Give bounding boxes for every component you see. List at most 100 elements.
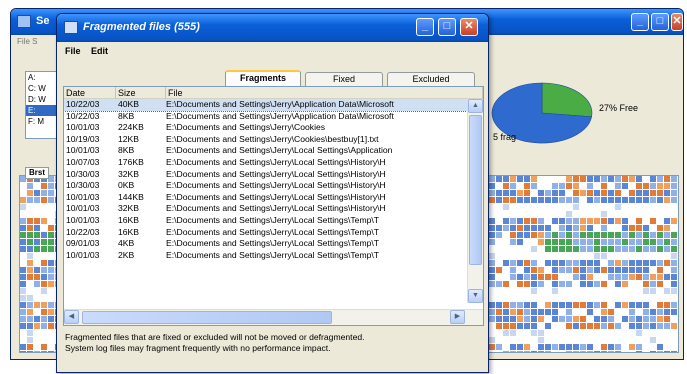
cluster-block [629,183,635,189]
scroll-right-icon[interactable]: ▶ [450,310,465,324]
cluster-block [678,344,679,350]
cluster-block [580,295,586,301]
table-row[interactable]: 10/01/03 2KB E:\Documents and Settings\Jer… [64,250,469,262]
cluster-block [664,302,670,308]
table-row[interactable]: 10/01/03 224KB E:\Documents and Settings\J… [64,122,469,134]
cluster-block [601,225,607,231]
cluster-block [615,267,621,273]
table-row[interactable]: 10/01/03 144KB E:\Documents and Settings\J… [64,192,469,204]
cluster-block [559,246,565,252]
cluster-block [20,211,26,217]
dialog-menu-bar: File Edit [57,42,488,60]
tab-fragments[interactable]: Fragments [225,70,301,87]
cluster-block [496,281,502,287]
vertical-scrollbar[interactable]: ▲ ▼ [467,99,483,303]
table-row[interactable]: 10/07/03 176KB E:\Documents and Settings\J… [64,157,469,169]
cluster-block [41,190,47,196]
cluster-block [559,323,565,329]
tab-fixed[interactable]: Fixed [305,72,383,86]
dialog-minimize-button[interactable]: _ [416,18,434,36]
cluster-block [27,253,33,259]
cluster-block [503,295,509,301]
cluster-block [524,218,530,224]
dialog-maximize-button[interactable]: □ [438,18,456,36]
cluster-block [629,344,635,350]
table-row[interactable]: 10/22/03 16KB E:\Documents and Settings\Je… [64,227,469,239]
cluster-block [678,337,679,343]
cluster-block [538,176,544,182]
cluster-block [524,183,530,189]
tab-excluded[interactable]: Excluded [387,72,475,86]
cluster-block [531,316,537,322]
cluster-block [594,211,600,217]
maximize-button[interactable]: □ [651,13,669,31]
cluster-block [489,337,495,343]
column-header-size[interactable]: Size [116,87,166,99]
cluster-block [629,288,635,294]
cluster-block [678,260,679,266]
column-header-file[interactable]: File [166,87,483,99]
column-header-date[interactable]: Date [64,87,116,99]
cluster-block [524,344,530,350]
table-row[interactable]: 10/30/03 32KB E:\Documents and Settings\Je… [64,169,469,181]
cluster-block [650,323,656,329]
cluster-block [629,330,635,336]
cluster-block [48,337,54,343]
horizontal-scrollbar[interactable]: ◀ ▶ [64,309,483,325]
table-row[interactable]: 10/22/03 40KB E:\Documents and Settings\Je… [64,99,469,112]
dialog-close-button[interactable]: ✕ [460,18,478,36]
table-row[interactable]: 10/19/03 12KB E:\Documents and Settings\Je… [64,134,469,146]
cluster-block [545,295,551,301]
cluster-block [629,225,635,231]
cluster-block [629,218,635,224]
cluster-block [587,176,593,182]
minimize-button[interactable]: _ [631,13,649,31]
cluster-block [41,281,47,287]
cluster-block [636,190,642,196]
cluster-block [587,316,593,322]
cluster-block [580,225,586,231]
cell-date: 10/22/03 [66,110,100,121]
cluster-block [601,197,607,203]
fragmented-files-list[interactable]: Date Size File 10/22/03 40KB E:\Documents … [63,86,484,326]
cluster-block [636,316,642,322]
cluster-block [643,323,649,329]
table-row[interactable]: 10/22/03 8KB E:\Documents and Settings\Jer… [64,111,469,123]
cluster-block [34,183,40,189]
cluster-block [524,316,530,322]
table-row[interactable]: 10/30/03 0KB E:\Documents and Settings\Jer… [64,180,469,192]
menu-file[interactable]: File [65,46,81,56]
cluster-block [671,218,677,224]
cluster-block [650,330,656,336]
cluster-block [20,246,26,252]
cluster-block [552,274,558,280]
table-row[interactable]: 10/01/03 32KB E:\Documents and Settings\Je… [64,203,469,215]
tab-breakdown[interactable]: Brst [25,167,50,179]
cell-date: 10/01/03 [66,191,100,202]
cluster-block [636,253,642,259]
scroll-left-icon[interactable]: ◀ [64,310,79,324]
cluster-block [643,309,649,315]
cluster-block [552,204,558,210]
cluster-block [41,337,47,343]
table-row[interactable]: 09/01/03 4KB E:\Documents and Settings\Jer… [64,238,469,250]
cluster-block [594,267,600,273]
table-row[interactable]: 10/01/03 16KB E:\Documents and Settings\Je… [64,215,469,227]
cluster-block [566,302,572,308]
scroll-down-icon[interactable]: ▼ [468,289,483,303]
vertical-scroll-thumb[interactable] [469,115,482,265]
close-button[interactable]: ✕ [671,13,683,31]
cluster-block [41,351,47,352]
table-row[interactable]: 10/01/03 8KB E:\Documents and Settings\Jer… [64,145,469,157]
cluster-block [545,337,551,343]
cluster-block [48,190,54,196]
cluster-block [27,281,33,287]
cluster-block [643,204,649,210]
free-space-label: 27% Free [599,103,639,113]
cluster-block [566,239,572,245]
menu-edit[interactable]: Edit [91,46,108,56]
scroll-up-icon[interactable]: ▲ [468,99,483,113]
cluster-block [580,337,586,343]
horizontal-scroll-thumb[interactable] [82,311,332,324]
cluster-block [573,190,579,196]
